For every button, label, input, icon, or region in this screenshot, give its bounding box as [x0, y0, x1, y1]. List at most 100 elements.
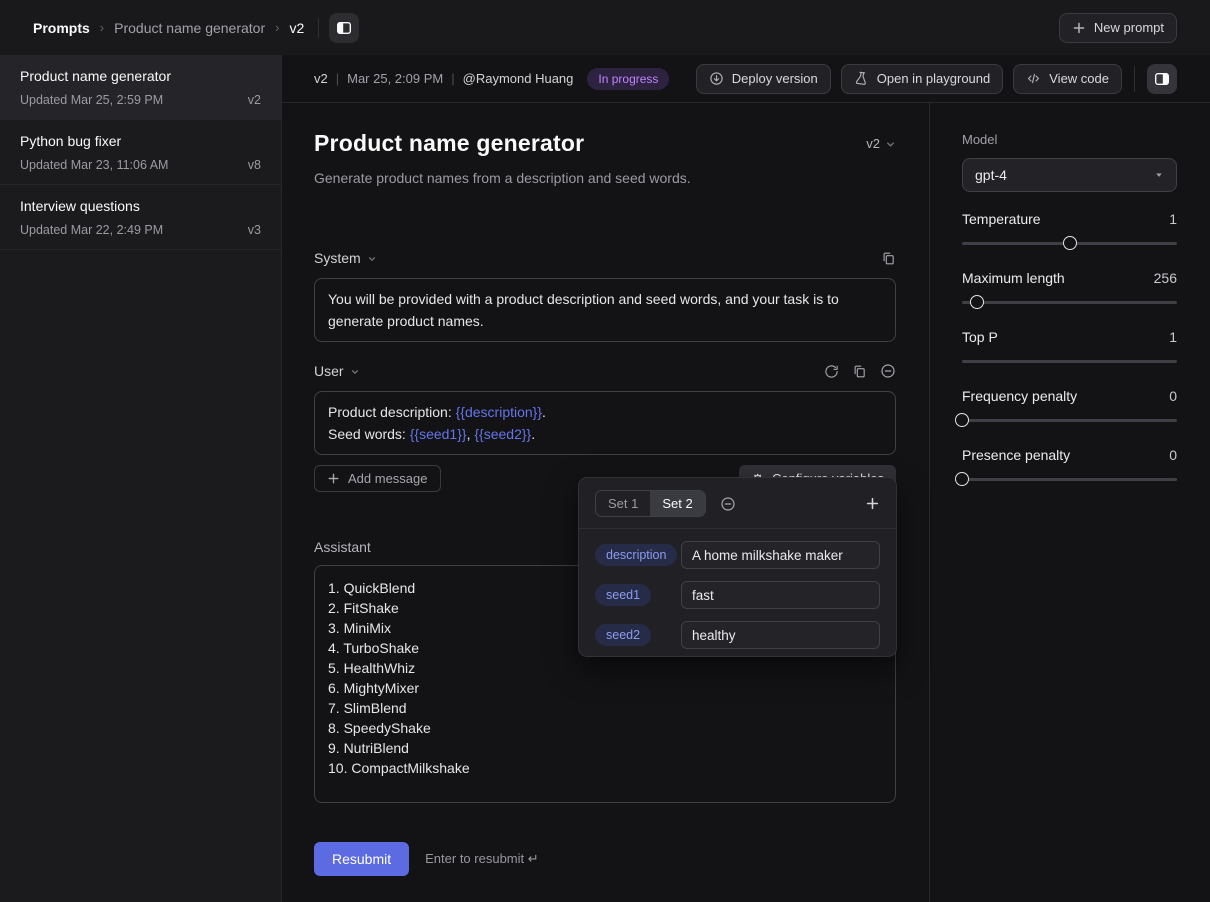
prompt-updated: Updated Mar 22, 2:49 PM: [20, 223, 164, 237]
assistant-list-item: 9. NutriBlend: [328, 740, 409, 756]
breadcrumb: Prompts › Product name generator › v2: [33, 20, 304, 36]
flask-icon: [854, 71, 869, 86]
deploy-version-button[interactable]: Deploy version: [695, 63, 831, 94]
meta-author: @Raymond Huang: [462, 71, 574, 86]
prompt-updated: Updated Mar 23, 11:06 AM: [20, 158, 169, 172]
breadcrumb-prompt-name[interactable]: Product name generator: [114, 20, 265, 36]
assistant-role-label: Assistant: [314, 539, 371, 555]
toggle-left-panel-button[interactable]: [329, 12, 360, 43]
add-message-button[interactable]: Add message: [314, 465, 441, 492]
param-label: Maximum length: [962, 270, 1065, 286]
param-label: Temperature: [962, 211, 1041, 227]
chevron-down-icon: [350, 367, 360, 377]
breadcrumb-separator: ›: [275, 20, 280, 35]
sidebar-item-interview-questions[interactable]: Interview questions Updated Mar 22, 2:49…: [0, 185, 281, 250]
slider-thumb[interactable]: [955, 413, 969, 427]
tab-set-2[interactable]: Set 2: [650, 491, 705, 516]
sidebar-item-python-bug-fixer[interactable]: Python bug fixer Updated Mar 23, 11:06 A…: [0, 120, 281, 185]
presence-penalty-slider[interactable]: [955, 471, 1177, 487]
add-message-label: Add message: [348, 471, 428, 486]
param-top-p: Top P 1: [962, 327, 1177, 369]
variable-input-description[interactable]: [681, 541, 880, 569]
breadcrumb-prompts[interactable]: Prompts: [33, 20, 90, 36]
slider-thumb[interactable]: [955, 472, 969, 486]
slider-track: [962, 360, 1177, 363]
param-value: 256: [1153, 270, 1177, 286]
user-message-line2: Seed words: {{seed1}}, {{seed2}}.: [328, 426, 536, 442]
param-label: Frequency penalty: [962, 388, 1078, 404]
slider-thumb[interactable]: [970, 295, 985, 309]
copy-icon[interactable]: [852, 364, 867, 379]
system-message-text: You will be provided with a product desc…: [328, 291, 839, 329]
top-p-slider[interactable]: [962, 353, 1177, 369]
code-icon: [1026, 71, 1041, 86]
open-in-playground-button[interactable]: Open in playground: [840, 63, 1004, 94]
temperature-slider[interactable]: [962, 235, 1177, 251]
prompt-title: Product name generator: [20, 68, 171, 84]
variable-input-seed2[interactable]: [681, 621, 880, 649]
header-divider: [1134, 65, 1135, 92]
param-maximum-length: Maximum length 256: [962, 268, 1177, 310]
regenerate-icon[interactable]: [824, 364, 839, 379]
param-temperature: Temperature 1: [962, 209, 1177, 251]
popover-divider: [579, 528, 896, 529]
add-set-icon[interactable]: [865, 496, 880, 511]
sidebar-item-product-name-generator[interactable]: Product name generator Updated Mar 25, 2…: [0, 55, 281, 120]
param-frequency-penalty: Frequency penalty 0: [955, 386, 1177, 428]
frequency-penalty-slider[interactable]: [955, 412, 1177, 428]
prompt-updated: Updated Mar 25, 2:59 PM: [20, 93, 164, 107]
prompt-editor: Product name generator v2 Generate produ…: [282, 103, 930, 902]
status-badge: In progress: [587, 67, 670, 90]
view-code-label: View code: [1049, 71, 1109, 86]
version-selector-label: v2: [866, 136, 880, 151]
remove-message-icon[interactable]: [880, 363, 896, 379]
prompt-version: v3: [247, 223, 261, 237]
resubmit-hint: Enter to resubmit ↵: [425, 851, 539, 866]
new-prompt-button[interactable]: New prompt: [1058, 12, 1177, 43]
chevron-down-icon: [885, 139, 896, 150]
template-variable-description: {{description}}: [455, 404, 543, 420]
set-tabs: Set 1 Set 2: [595, 490, 706, 517]
meta-separator: |: [451, 71, 455, 86]
toggle-right-panel-button[interactable]: [1147, 63, 1177, 94]
resubmit-button[interactable]: Resubmit: [314, 842, 410, 876]
assistant-list-item: 10. CompactMilkshake: [328, 760, 470, 776]
prompt-version: v2: [247, 93, 261, 107]
prompt-list-sidebar: Product name generator Updated Mar 25, 2…: [0, 55, 282, 902]
system-message-box[interactable]: You will be provided with a product desc…: [314, 278, 896, 342]
model-settings-panel: Model gpt-4 Temperature 1 Maximum length…: [930, 103, 1210, 902]
version-meta: v2 | Mar 25, 2:09 PM | @Raymond Huang In…: [314, 67, 670, 90]
tab-set-1[interactable]: Set 1: [596, 491, 650, 516]
model-select[interactable]: gpt-4: [962, 158, 1177, 192]
maximum-length-slider[interactable]: [962, 294, 1177, 310]
system-role-label[interactable]: System: [314, 250, 361, 266]
param-presence-penalty: Presence penalty 0: [955, 445, 1177, 487]
param-label: Top P: [962, 329, 998, 345]
breadcrumb-separator: ›: [99, 20, 105, 35]
version-header: v2 | Mar 25, 2:09 PM | @Raymond Huang In…: [282, 55, 1210, 103]
version-selector[interactable]: v2: [866, 136, 896, 151]
model-select-value: gpt-4: [975, 167, 1007, 183]
variables-popover: Set 1 Set 2 description A home milkshake…: [578, 477, 897, 657]
breadcrumb-version[interactable]: v2: [289, 20, 304, 36]
remove-set-icon[interactable]: [720, 496, 736, 512]
copy-icon[interactable]: [881, 251, 896, 266]
user-role-label[interactable]: User: [314, 363, 344, 379]
slider-thumb[interactable]: [1062, 236, 1077, 250]
view-code-button[interactable]: View code: [1013, 63, 1122, 94]
chevron-down-icon: [367, 254, 377, 264]
assistant-list-item: 5. HealthWhiz: [328, 660, 416, 676]
assistant-list-item: 6. MightyMixer: [328, 680, 420, 696]
variable-input-seed1[interactable]: [681, 581, 880, 609]
prompt-title: Python bug fixer: [20, 133, 122, 149]
caret-down-icon: [1154, 170, 1164, 180]
plus-icon: [327, 472, 340, 485]
prompt-description: Generate product names from a descriptio…: [314, 170, 691, 186]
topbar-divider: [318, 17, 320, 38]
assistant-list-item: 7. SlimBlend: [328, 700, 407, 716]
page-title: Product name generator: [314, 130, 585, 156]
prompt-title: Interview questions: [20, 198, 140, 214]
template-variable-seed2: {{seed2}}: [474, 426, 532, 442]
panel-left-icon: [336, 20, 352, 36]
user-message-box[interactable]: Product description: {{description}}. Se…: [314, 391, 896, 455]
